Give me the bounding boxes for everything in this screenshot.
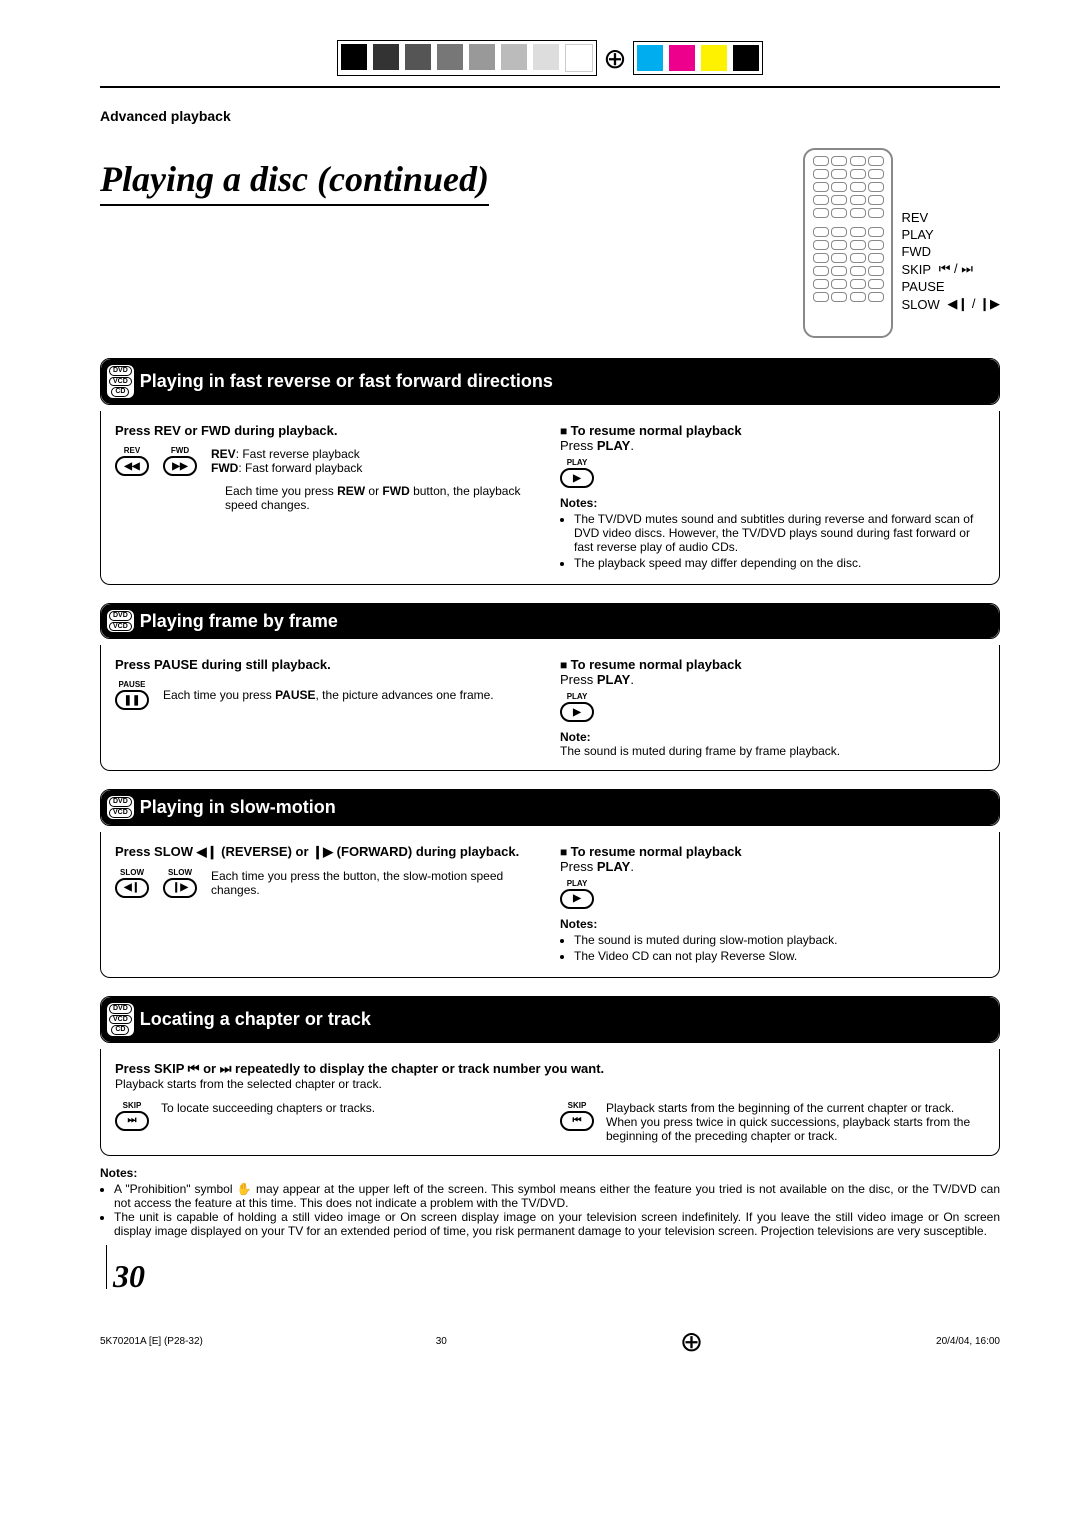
footer-notes: Notes: A "Prohibition" symbol ✋ may appe… <box>100 1166 1000 1238</box>
remote-label-fwd: FWD <box>901 244 931 259</box>
section-frame-header: DVD VCD Playing frame by frame <box>100 603 1000 639</box>
section-label: Advanced playback <box>100 108 1000 124</box>
top-rule <box>100 86 1000 88</box>
remote-outline <box>803 148 893 338</box>
registration-cross-icon: ⊕ <box>603 42 626 75</box>
page-title: Playing a disc (continued) <box>100 158 489 206</box>
notes-label: Notes: <box>560 496 985 510</box>
color-bar-right <box>633 41 763 75</box>
rev-button-icon: REV ◀◀ <box>115 446 149 476</box>
remote-label-pause: PAUSE <box>901 279 944 294</box>
fwd-button-icon: FWD ▶▶ <box>163 446 197 476</box>
registration-marks: ⊕ <box>100 40 1000 76</box>
skip-fwd-button-icon: SKIP ⏭ <box>115 1101 149 1131</box>
print-footer-left: 5K70201A [E] (P28-32) <box>100 1336 203 1347</box>
play-button-icon: PLAY ▶ <box>560 692 594 722</box>
section-slow-title: Playing in slow-motion <box>140 797 336 818</box>
skip-icons: ⏮ / ⏭ <box>939 261 973 277</box>
section-locate-body: Press SKIP ⏮ or ⏭ repeatedly to display … <box>100 1049 1000 1156</box>
remote-callouts: REV PLAY FWD SKIP ⏮ / ⏭ PAUSE SLOW ◀❙ / … <box>901 210 1000 312</box>
slow-fwd-button-icon: SLOW ❙▶ <box>163 868 197 898</box>
section-frame-title: Playing frame by frame <box>140 611 338 632</box>
remote-diagram: REV PLAY FWD SKIP ⏮ / ⏭ PAUSE SLOW ◀❙ / … <box>803 148 1000 338</box>
resume-heading: To resume normal playback <box>560 844 985 859</box>
section-slow-body: Press SLOW ◀❙ (REVERSE) or ❙▶ (FORWARD) … <box>100 832 1000 978</box>
page: ⊕ Advanced playback Playing a disc (cont… <box>0 0 1080 1398</box>
slow-rev-button-icon: SLOW ◀❙ <box>115 868 149 898</box>
slow-icons: ◀❙ / ❙▶ <box>947 296 1000 312</box>
section-frame-body: Press PAUSE during still playback. PAUSE… <box>100 645 1000 771</box>
print-footer-mid: 30 <box>436 1336 447 1347</box>
section-fastplay-title: Playing in fast reverse or fast forward … <box>140 371 553 392</box>
remote-label-rev: REV <box>901 210 928 225</box>
remote-label-skip: SKIP <box>901 262 931 277</box>
color-bar-left <box>337 40 597 76</box>
page-number: 30 <box>113 1258 145 1295</box>
page-num-rule <box>106 1245 107 1289</box>
pause-button-icon: PAUSE ❚❚ <box>115 680 149 710</box>
disc-badges: DVD VCD CD <box>107 365 134 398</box>
section-fastplay-body: Press REV or FWD during playback. REV ◀◀… <box>100 411 1000 585</box>
print-footer: 5K70201A [E] (P28-32) 30 ⊕ 20/4/04, 16:0… <box>100 1325 1000 1358</box>
section-locate-title: Locating a chapter or track <box>140 1009 371 1030</box>
play-button-icon: PLAY ▶ <box>560 458 594 488</box>
print-footer-right: 20/4/04, 16:00 <box>936 1336 1000 1347</box>
slow-instruction: Press SLOW ◀❙ (REVERSE) or ❙▶ (FORWARD) … <box>115 844 540 860</box>
section-fastplay-header: DVD VCD CD Playing in fast reverse or fa… <box>100 358 1000 405</box>
locate-instruction: Press SKIP ⏮ or ⏭ repeatedly to display … <box>115 1061 985 1077</box>
fastplay-notes: The TV/DVD mutes sound and subtitles dur… <box>560 512 985 570</box>
registration-cross-icon: ⊕ <box>680 1325 703 1358</box>
section-locate-header: DVD VCD CD Locating a chapter or track <box>100 996 1000 1043</box>
resume-heading: To resume normal playback <box>560 423 985 438</box>
fastplay-instruction: Press REV or FWD during playback. <box>115 423 540 438</box>
remote-label-play: PLAY <box>901 227 933 242</box>
play-button-icon: PLAY ▶ <box>560 879 594 909</box>
skip-back-button-icon: SKIP ⏮ <box>560 1101 594 1131</box>
resume-heading: To resume normal playback <box>560 657 985 672</box>
remote-label-slow: SLOW <box>901 297 939 312</box>
frame-instruction: Press PAUSE during still playback. <box>115 657 540 672</box>
section-slow-header: DVD VCD Playing in slow-motion <box>100 789 1000 825</box>
